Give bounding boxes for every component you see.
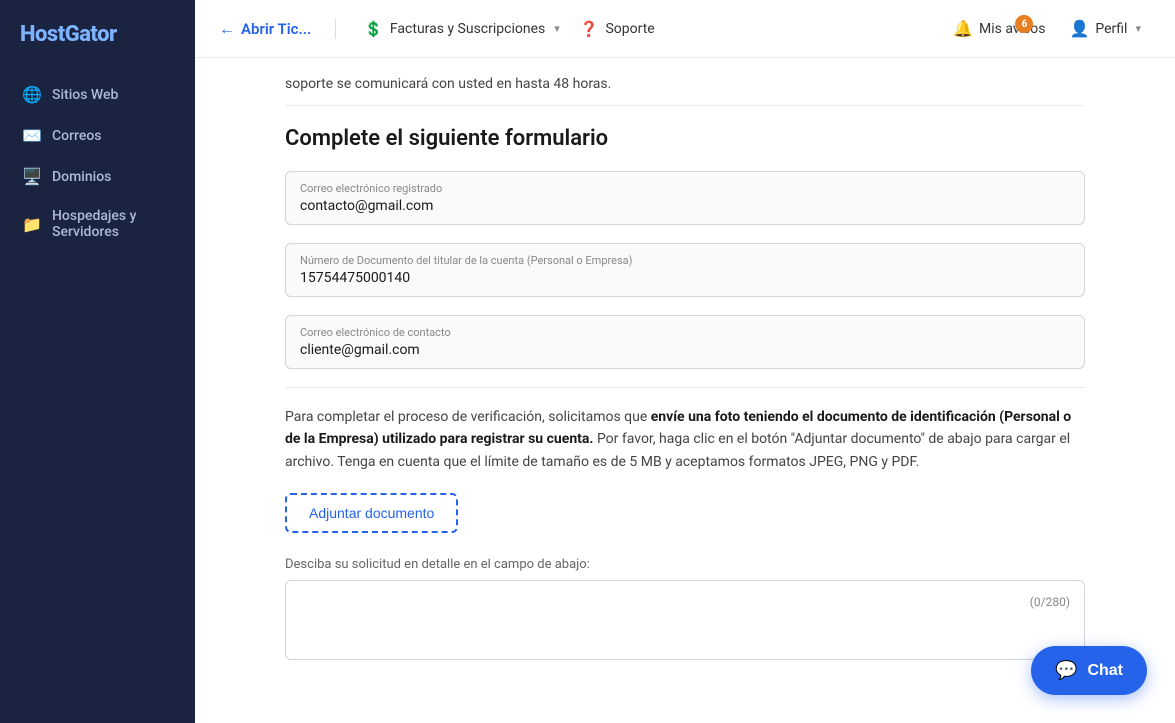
monitor-icon: 🖥️: [22, 167, 40, 186]
dollar-circle-icon: 💲: [364, 20, 383, 38]
contact-email-value: cliente@gmail.com: [300, 342, 1070, 358]
email-field-group: Correo electrónico registrado contacto@g…: [285, 171, 1085, 225]
logo-part1: Host: [20, 22, 65, 47]
notifications-button[interactable]: 🔔 6 Mis avisos: [943, 13, 1055, 44]
soporte-label: Soporte: [605, 21, 654, 37]
email-field-label: Correo electrónico registrado: [300, 182, 1070, 195]
folder-icon: 📁: [22, 215, 40, 234]
document-field-label: Número de Documento del titular de la cu…: [300, 254, 1070, 267]
facturas-label: Facturas y Suscripciones: [390, 21, 545, 37]
contact-email-field: Correo electrónico de contacto cliente@g…: [285, 315, 1085, 369]
logo-part2: Gator: [65, 22, 117, 47]
document-field-group: Número de Documento del titular de la cu…: [285, 243, 1085, 297]
form-divider: [285, 387, 1085, 388]
verification-intro: Para completar el proceso de verificació…: [285, 409, 651, 425]
content-inner: soporte se comunicará con usted en hasta…: [255, 58, 1115, 660]
back-button[interactable]: ← Abrir Tic...: [219, 19, 311, 39]
link-comunicara: comunicará: [355, 76, 428, 92]
user-icon: 👤: [1069, 19, 1089, 38]
profile-chevron-icon: ▾: [1135, 22, 1141, 35]
sidebar-item-label: Dominios: [52, 169, 111, 185]
sidebar-nav: 🌐 Sitios Web ✉️ Correos 🖥️ Dominios 📁 Ho…: [0, 75, 195, 250]
chat-button[interactable]: 💬 Chat: [1031, 646, 1147, 695]
facturas-nav-item[interactable]: 💲 Facturas y Suscripciones ▾: [354, 14, 570, 44]
mail-icon: ✉️: [22, 126, 40, 145]
attach-document-button[interactable]: Adjuntar documento: [285, 493, 458, 533]
topnav: ← Abrir Tic... 💲 Facturas y Suscripcione…: [195, 0, 1175, 58]
description-textarea[interactable]: (0/280): [285, 580, 1085, 660]
attach-label: Adjuntar documento: [309, 505, 434, 521]
back-label: Abrir Tic...: [241, 20, 311, 38]
topnav-right: 🔔 6 Mis avisos 👤 Perfil ▾: [943, 13, 1151, 44]
avisos-label: Mis avisos: [979, 21, 1045, 37]
chat-icon: 💬: [1055, 660, 1077, 681]
sidebar-item-label: Sitios Web: [52, 87, 118, 103]
contact-email-field-group: Correo electrónico de contacto cliente@g…: [285, 315, 1085, 369]
bell-icon: 🔔: [953, 19, 973, 38]
chat-label: Chat: [1087, 662, 1123, 680]
globe-icon: 🌐: [22, 85, 40, 104]
content-area: soporte se comunicará con usted en hasta…: [195, 58, 1175, 723]
sidebar-item-hospedajes[interactable]: 📁 Hospedajes y Servidores: [10, 198, 185, 250]
description-label: Desciba su solicitud en detalle en el ca…: [285, 557, 1085, 572]
document-field: Número de Documento del titular de la cu…: [285, 243, 1085, 297]
link-48horas: 48 horas: [553, 76, 607, 92]
back-arrow-icon: ←: [219, 19, 235, 39]
link-en: en: [497, 76, 512, 92]
main-container: ← Abrir Tic... 💲 Facturas y Suscripcione…: [195, 0, 1175, 723]
sidebar-item-label: Hospedajes y Servidores: [52, 208, 173, 240]
verification-text: Para completar el proceso de verificació…: [285, 406, 1085, 473]
sidebar-item-label: Correos: [52, 128, 102, 144]
soporte-nav-item[interactable]: ❓ Soporte: [570, 14, 665, 44]
chevron-down-icon: ▾: [554, 22, 560, 35]
email-field-value: contacto@gmail.com: [300, 198, 1070, 214]
top-note: soporte se comunicará con usted en hasta…: [285, 58, 1085, 106]
document-field-value: 15754475000140: [300, 270, 1070, 286]
section-title: Complete el siguiente formulario: [285, 126, 1085, 151]
email-field: Correo electrónico registrado contacto@g…: [285, 171, 1085, 225]
logo: HostGator: [0, 0, 195, 75]
char-counter: (0/280): [300, 591, 1070, 611]
sidebar-item-sitios-web[interactable]: 🌐 Sitios Web: [10, 75, 185, 114]
link-hasta: hasta: [515, 76, 550, 92]
question-circle-icon: ❓: [580, 20, 599, 38]
contact-email-label: Correo electrónico de contacto: [300, 326, 1070, 339]
topnav-divider: [335, 19, 336, 39]
sidebar-item-correos[interactable]: ✉️ Correos: [10, 116, 185, 155]
profile-button[interactable]: 👤 Perfil ▾: [1059, 13, 1151, 44]
sidebar: HostGator 🌐 Sitios Web ✉️ Correos 🖥️ Dom…: [0, 0, 195, 723]
perfil-label: Perfil: [1095, 21, 1127, 37]
sidebar-item-dominios[interactable]: 🖥️ Dominios: [10, 157, 185, 196]
